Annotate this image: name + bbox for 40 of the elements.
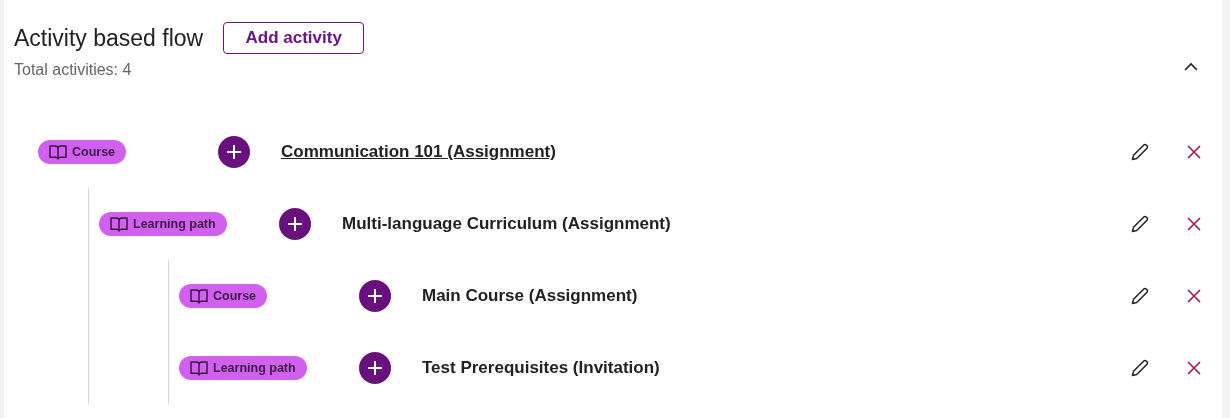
plus-icon [287,216,303,232]
close-button[interactable] [1187,361,1201,375]
add-button[interactable] [218,136,250,168]
close-button[interactable] [1187,289,1201,303]
pencil-icon [1130,358,1150,378]
edit-button[interactable] [1130,142,1150,162]
edit-button[interactable] [1130,214,1150,234]
activity-title: Multi-language Curriculum (Assignment) [342,214,672,234]
add-button[interactable] [359,280,391,312]
type-label: Learning path [213,361,296,375]
pencil-icon [1130,286,1150,306]
close-button[interactable] [1187,145,1201,159]
add-button[interactable] [359,352,391,384]
collapse-chevron-icon[interactable] [1184,62,1198,72]
close-icon [1187,217,1201,231]
book-icon [49,144,67,160]
total-count: Total activities: 4 [14,61,132,79]
close-icon [1187,145,1201,159]
pencil-icon [1130,142,1150,162]
activity-title[interactable]: Communication 101 (Assignment) [281,142,1130,162]
book-icon [110,216,128,232]
type-label: Course [213,289,257,303]
edit-button[interactable] [1130,358,1150,378]
add-activity-button[interactable]: Add activity [223,22,365,54]
type-label: Learning path [133,217,216,231]
book-icon [190,360,208,376]
edit-button[interactable] [1130,286,1150,306]
close-button[interactable] [1187,217,1201,231]
section-title: Activity based flow [14,24,204,52]
activity-title: Main Course (Assignment) [422,286,639,306]
activity-title: Test Prerequisites (Invitation) [422,358,661,378]
close-icon [1187,361,1201,375]
plus-icon [367,288,383,304]
type-label: Course [72,145,116,159]
pencil-icon [1130,214,1150,234]
book-icon [190,288,208,304]
close-icon [1187,289,1201,303]
add-button[interactable] [279,208,311,240]
plus-icon [367,360,383,376]
plus-icon [226,144,242,160]
